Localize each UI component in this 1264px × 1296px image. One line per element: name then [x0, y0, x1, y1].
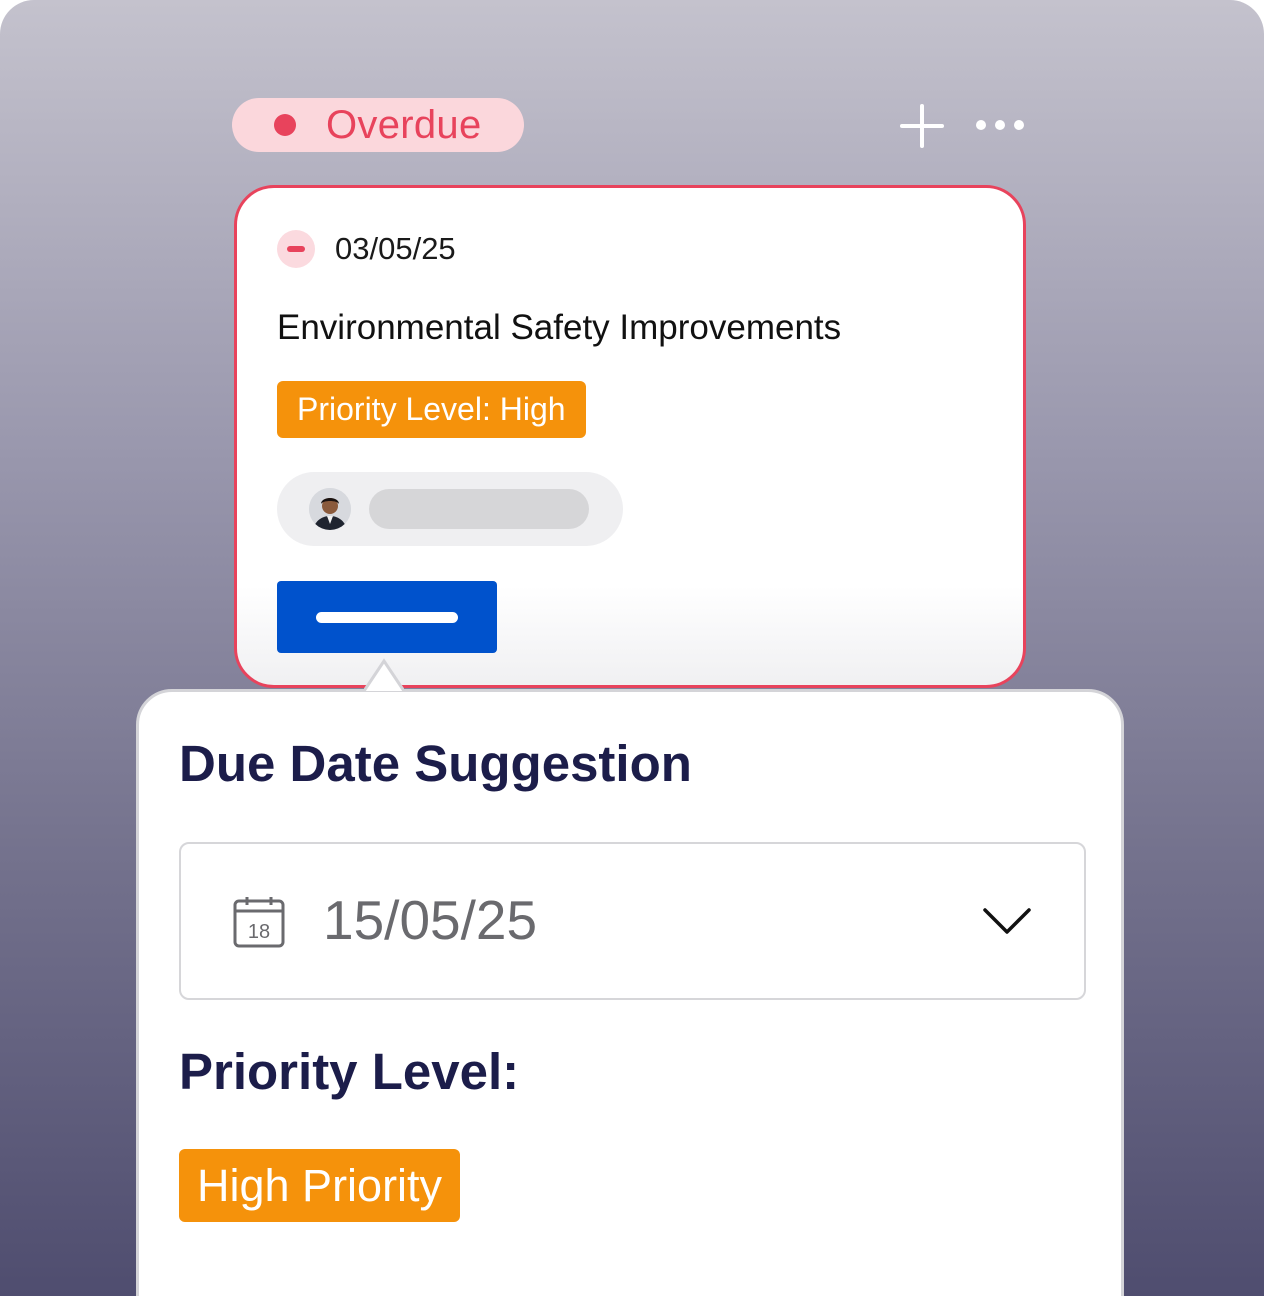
status-dot-icon [274, 114, 296, 136]
button-label-placeholder [316, 612, 458, 623]
assignee-chip[interactable] [277, 472, 623, 546]
task-date: 03/05/25 [335, 231, 456, 266]
board-column-background: Overdue 03/05/25 Environmental Safety Im… [0, 0, 1264, 1296]
calendar-icon: 18 [233, 897, 285, 948]
due-date-select[interactable]: 18 15/05/25 [179, 842, 1086, 1000]
priority-tag: Priority Level: High [277, 381, 586, 438]
assignee-name-placeholder [369, 489, 589, 529]
task-date-row: 03/05/25 [277, 230, 456, 268]
avatar [309, 488, 351, 530]
more-horizontal-icon[interactable] [974, 112, 1026, 138]
task-title: Environmental Safety Improvements [277, 308, 842, 347]
popover-pointer [364, 658, 404, 692]
status-label: Overdue [326, 102, 482, 147]
due-date-value: 15/05/25 [323, 889, 538, 951]
popover-title: Due Date Suggestion [179, 735, 692, 792]
plus-icon[interactable] [900, 104, 944, 148]
priority-level-heading: Priority Level: [179, 1043, 520, 1100]
priority-badge[interactable]: High Priority [179, 1149, 461, 1222]
task-card[interactable]: 03/05/25 Environmental Safety Improvemen… [234, 185, 1026, 688]
action-button[interactable] [277, 581, 497, 653]
status-badge-overdue[interactable]: Overdue [232, 98, 524, 152]
due-date-suggestion-popover: Due Date Suggestion 18 15/05/25 Priority… [136, 689, 1124, 1296]
svg-text:18: 18 [248, 921, 270, 943]
chevron-down-icon[interactable] [981, 904, 1033, 936]
minus-circle-icon [277, 230, 315, 268]
